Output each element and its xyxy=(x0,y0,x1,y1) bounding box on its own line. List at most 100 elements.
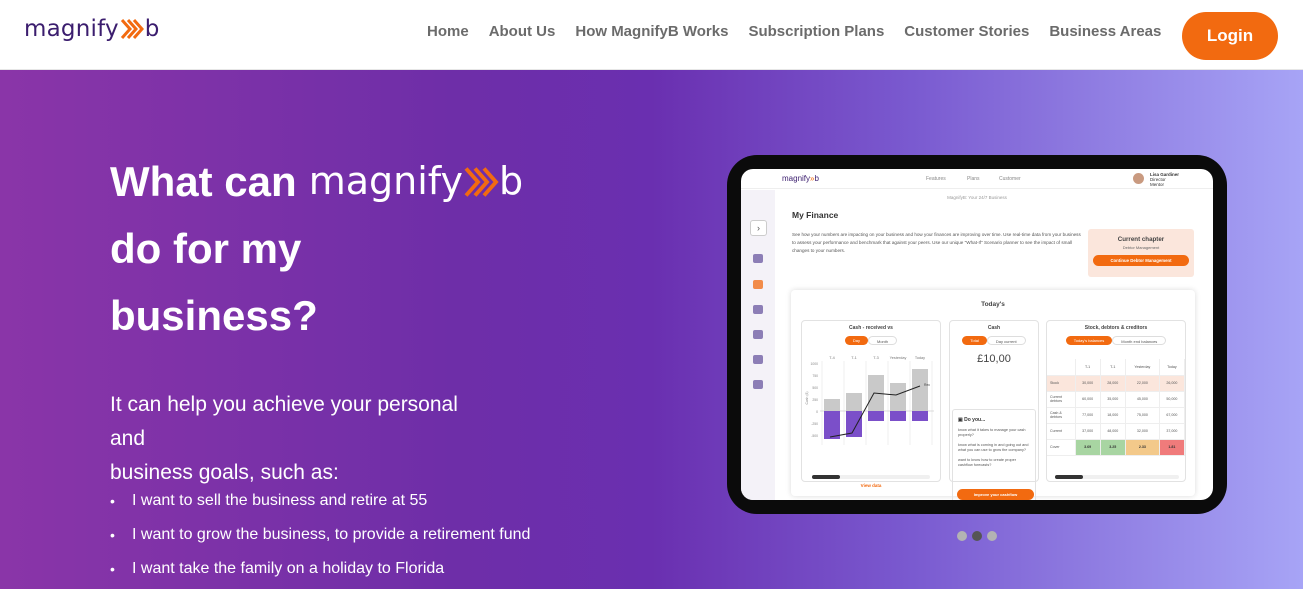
row-label: Cash & debtors xyxy=(1047,407,1076,424)
my-finance-title: My Finance xyxy=(792,210,839,220)
cover-cell: 3.25 xyxy=(1100,439,1126,456)
chart-bar xyxy=(890,383,906,411)
stock-card-title: Stock, debtors & creditors xyxy=(1084,325,1148,331)
cash-card-toggle: Total Day current xyxy=(950,336,1038,345)
table-header: T-1 xyxy=(1075,359,1101,376)
current-chapter-card: Current chapter Debtor Management Contin… xyxy=(1088,229,1194,277)
carousel-dot[interactable] xyxy=(987,531,997,541)
table-cell: 28,000 xyxy=(1100,375,1126,392)
column-label: T-1 xyxy=(851,356,857,360)
todays-title: Today's xyxy=(981,301,1005,308)
headline-logo-chevrons-icon xyxy=(464,166,499,197)
table-cell: 37,000 xyxy=(1159,423,1186,440)
nav-subscription-plans[interactable]: Subscription Plans xyxy=(748,23,884,40)
chart-bar xyxy=(824,399,840,411)
site-header: magnify b Home About Us How MagnifyB Wor… xyxy=(0,0,1303,70)
toggle-month: Month xyxy=(868,336,898,345)
y-axis-label: Cash (£) xyxy=(805,391,809,404)
toggle-todays-balances: Today's balances xyxy=(1065,336,1113,345)
nav-customer-stories[interactable]: Customer Stories xyxy=(904,23,1029,40)
table-cell: 48,000 xyxy=(1100,423,1126,440)
app-nav-features: Features xyxy=(926,176,946,182)
chart-scrollbar xyxy=(812,475,930,479)
goals-list: I want to sell the business and retire a… xyxy=(110,488,530,589)
y-tick-label: 500 xyxy=(812,386,818,390)
table-cell: 26,000 xyxy=(1159,375,1186,392)
logo-chevrons-icon xyxy=(120,19,144,39)
dashboard-icon xyxy=(753,254,763,263)
goal-item: I want take the family on a holiday to F… xyxy=(110,556,530,589)
table-icon xyxy=(753,330,763,339)
table-row: Current 37,000 48,000 32,000 37,000 xyxy=(1047,423,1186,440)
headline-logo-prefix: magnify xyxy=(308,159,463,203)
table-row: Cover 3.69 3.25 2.33 1.81 xyxy=(1047,439,1186,456)
table-scrollbar xyxy=(1055,475,1179,479)
login-button[interactable]: Login xyxy=(1182,12,1278,60)
app-subtitle: MagnifyB: Your 24/7 Business xyxy=(947,195,1007,200)
app-nav-customer: Customer xyxy=(999,176,1021,182)
chart-bar xyxy=(846,393,862,411)
cash-chart-title: Cash - received vs xyxy=(849,325,893,331)
table-row: Stock 30,000 28,000 22,000 26,000 xyxy=(1047,375,1186,392)
y-tick-label: -500 xyxy=(811,434,818,438)
settings-icon xyxy=(753,380,763,389)
table-cell: 45,000 xyxy=(1125,391,1160,408)
row-label: Cover xyxy=(1047,439,1076,456)
logo-text-prefix: magnify xyxy=(24,16,119,42)
table-row: Cash & debtors 77,000 18,000 75,000 67,0… xyxy=(1047,407,1186,424)
main-nav: Home About Us How MagnifyB Works Subscri… xyxy=(427,23,1181,40)
my-finance-description: See how your numbers are impacting on yo… xyxy=(792,232,1081,253)
continue-chapter-button: Continue Debtor Management xyxy=(1093,255,1189,266)
table-header xyxy=(1047,359,1076,376)
cover-cell: 1.81 xyxy=(1159,439,1186,456)
table-header: Today xyxy=(1159,359,1186,376)
user-info: Lisa Gardiner Director Mentor xyxy=(1150,172,1179,187)
table-cell: 22,000 xyxy=(1125,375,1160,392)
cash-card: Cash Total Day current £10,00 ▣ Do you..… xyxy=(949,320,1039,500)
table-header: Yesterday xyxy=(1125,359,1160,376)
headline-logo: magnify b xyxy=(309,148,523,215)
chapter-subtitle: Debtor Management xyxy=(1122,245,1160,250)
headline-line-3: business? xyxy=(110,292,318,339)
toggle-total: Total xyxy=(962,336,987,345)
row-label: Current debtors xyxy=(1047,391,1076,408)
y-tick-label: 0 xyxy=(816,410,818,414)
chart-bar xyxy=(846,411,862,437)
cash-chart-toggle: Day Month xyxy=(802,336,940,345)
nav-how-magnifyb-works[interactable]: How MagnifyB Works xyxy=(575,23,728,40)
y-tick-label: -250 xyxy=(811,422,818,426)
app-logo-prefix: magnify xyxy=(782,174,811,183)
table-cell: 37,000 xyxy=(1075,423,1101,440)
carousel-dot[interactable] xyxy=(957,531,967,541)
nav-home[interactable]: Home xyxy=(427,23,469,40)
table-cell: 50,000 xyxy=(1159,391,1186,408)
improve-cashflow-button: Improve your cashflow xyxy=(957,489,1034,500)
table-cell: 35,000 xyxy=(1100,391,1126,408)
cash-card-title: Cash xyxy=(987,325,1001,331)
table-cell: 77,000 xyxy=(1075,407,1101,424)
y-tick-label: 250 xyxy=(812,398,818,402)
user-extra: Mentor xyxy=(1150,182,1165,187)
headline-logo-suffix: b xyxy=(498,159,524,203)
subtext-line-1: It can help you achieve your personal xyxy=(110,393,458,416)
nav-business-areas[interactable]: Business Areas xyxy=(1049,23,1161,40)
shield-icon xyxy=(753,305,763,314)
chart-bar xyxy=(912,369,928,411)
hero-headline: What can magnify b do for my business? xyxy=(110,148,523,349)
carousel-dot[interactable] xyxy=(972,531,982,541)
column-label: T-3 xyxy=(873,356,879,360)
toggle-month-end-balances: Month end balances xyxy=(1112,336,1167,345)
column-label: Yesterday xyxy=(890,356,907,360)
hero-section: What can magnify b do for my business? I… xyxy=(0,70,1303,589)
cover-cell: 2.33 xyxy=(1125,439,1160,456)
app-sidebar: › xyxy=(741,190,775,500)
user-avatar xyxy=(1133,173,1144,184)
view-data-link: View data xyxy=(860,483,882,488)
nav-about-us[interactable]: About Us xyxy=(489,23,556,40)
app-nav-plans: Plans xyxy=(967,176,980,182)
magnifyb-logo[interactable]: magnify b xyxy=(24,16,160,42)
hero-subtext: It can help you achieve your personal an… xyxy=(110,388,530,490)
headline-part1: What can xyxy=(110,158,297,205)
stock-table: T-1 T-1 Yesterday Today Stock 30,000 28,… xyxy=(1047,359,1186,456)
headline-line-1: What can magnify b xyxy=(110,148,523,215)
